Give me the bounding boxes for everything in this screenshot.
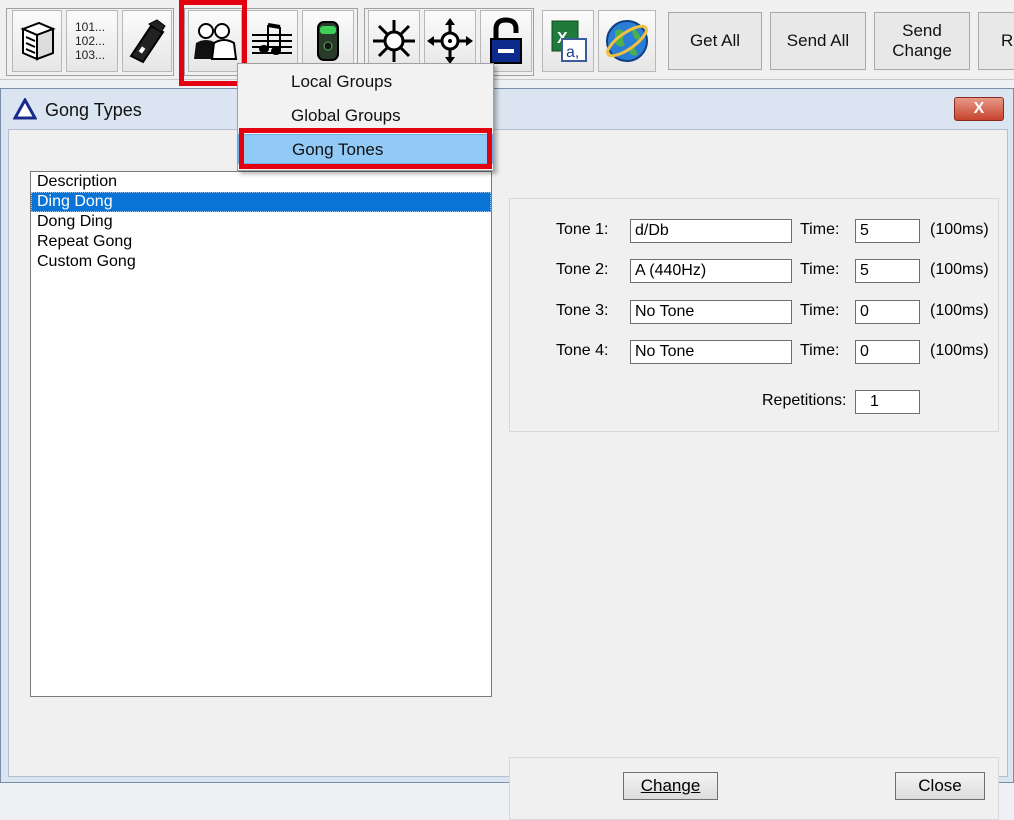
tone-4-unit: (100ms)	[930, 342, 989, 359]
send-all-button[interactable]: Send All	[770, 12, 866, 70]
menu-item-global-groups[interactable]: Global Groups	[238, 101, 493, 131]
excel-icon[interactable]: X a,	[542, 10, 594, 72]
dialog-title: Gong Types	[45, 100, 142, 120]
code-line-1: 101...	[75, 20, 106, 34]
tone-3-unit: (100ms)	[930, 302, 989, 319]
tone-1-time-field[interactable]: 5	[855, 219, 920, 243]
list-item-repeat-gong[interactable]: Repeat Gong	[31, 232, 491, 252]
svg-text:a,: a,	[566, 44, 579, 61]
list-item-ding-dong[interactable]: Ding Dong	[31, 192, 491, 212]
tone-4-label: Tone 4:	[556, 342, 609, 359]
tone-2-unit: (100ms)	[930, 261, 989, 278]
close-window-button[interactable]: X	[954, 97, 1004, 121]
change-button[interactable]: Change	[623, 772, 718, 800]
repetitions-field[interactable]: 1	[855, 390, 920, 414]
send-change-button[interactable]: Send Change	[874, 12, 970, 70]
tone-4-time-field[interactable]: 0	[855, 340, 920, 364]
tone-1-field[interactable]: d/Db	[630, 219, 792, 243]
tone-1-label: Tone 1:	[556, 221, 609, 238]
menu-item-local-groups[interactable]: Local Groups	[238, 67, 493, 97]
get-all-button[interactable]: Get All	[668, 12, 762, 70]
codes-icon[interactable]: 101... 102... 103...	[66, 10, 118, 72]
partial-toolbar-button[interactable]: R	[978, 12, 1014, 70]
tone-2-field[interactable]: A (440Hz)	[630, 259, 792, 283]
server-icon[interactable]	[12, 10, 62, 72]
gong-types-dialog: Gong Types X Description Ding Dong Dong …	[0, 88, 1014, 820]
code-line-3: 103...	[75, 48, 106, 62]
gong-tones-highlight-box	[239, 128, 492, 169]
dialog-button-bar: Change Close	[509, 757, 999, 820]
tone-3-time-label: Time:	[800, 302, 840, 319]
tone-2-time-field[interactable]: 5	[855, 259, 920, 283]
tone-4-field[interactable]: No Tone	[630, 340, 792, 364]
gong-type-list[interactable]: Description Ding Dong Dong Ding Repeat G…	[30, 171, 492, 697]
dialog-titlebar: Gong Types X	[1, 89, 1013, 129]
send-change-line-2: Change	[892, 41, 952, 60]
tone-3-field[interactable]: No Tone	[630, 300, 792, 324]
list-item-dong-ding[interactable]: Dong Ding	[31, 212, 491, 232]
tone-3-label: Tone 3:	[556, 302, 609, 319]
list-item-custom-gong[interactable]: Custom Gong	[31, 252, 491, 272]
tone-4-time-label: Time:	[800, 342, 840, 359]
tone-2-time-label: Time:	[800, 261, 840, 278]
tone-2-label: Tone 2:	[556, 261, 609, 278]
close-button[interactable]: Close	[895, 772, 985, 800]
tone-3-time-field[interactable]: 0	[855, 300, 920, 324]
send-change-line-1: Send	[902, 21, 942, 40]
tone-1-unit: (100ms)	[930, 221, 989, 238]
repetitions-label: Repetitions:	[762, 392, 847, 409]
phone-icon[interactable]	[122, 10, 172, 72]
code-line-2: 102...	[75, 34, 106, 48]
tone-settings-panel: Tone 1: d/Db Time: 5 (100ms) Tone 2: A (…	[509, 198, 999, 432]
list-header: Description	[37, 173, 118, 190]
close-icon: X	[973, 100, 985, 117]
main-toolbar: 101... 102... 103... a, Get All Send All…	[0, 0, 1014, 86]
tone-1-time-label: Time:	[800, 221, 840, 238]
globe-icon[interactable]	[598, 10, 656, 72]
dialog-client-area: Description Ding Dong Dong Ding Repeat G…	[8, 129, 1008, 820]
triangle-icon	[12, 96, 38, 125]
